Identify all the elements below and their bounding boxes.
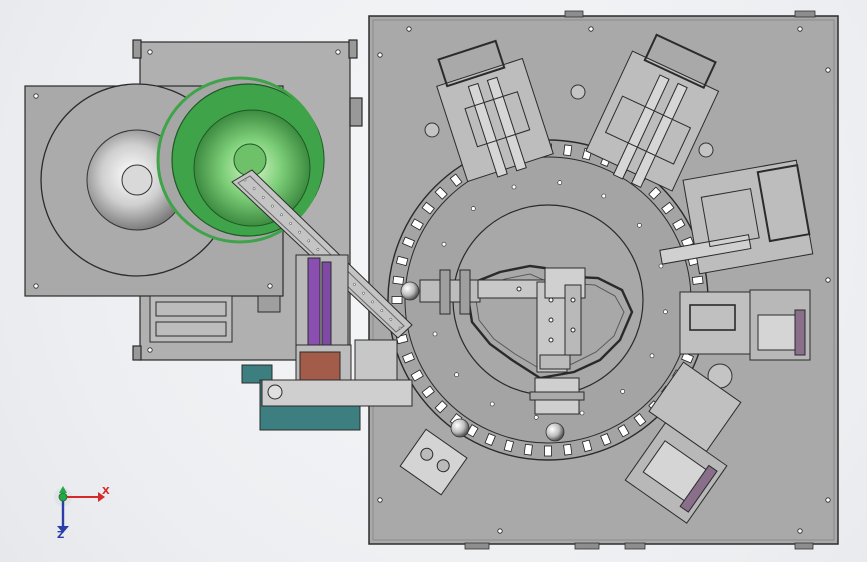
mount-hole bbox=[454, 372, 459, 378]
mount-hole bbox=[432, 331, 438, 337]
mount-hole bbox=[649, 353, 655, 359]
axis-triad bbox=[54, 486, 105, 533]
mount-hole bbox=[637, 223, 642, 228]
mount-hole bbox=[579, 410, 585, 416]
index-slot bbox=[523, 443, 533, 456]
track-rivet bbox=[380, 309, 384, 312]
track-rivet bbox=[280, 213, 283, 217]
mount-hole bbox=[663, 309, 668, 315]
track-rivet bbox=[353, 283, 356, 286]
track-rivet bbox=[316, 248, 320, 251]
mount-hole bbox=[441, 241, 447, 247]
mount-hole bbox=[601, 193, 607, 199]
track-rivet bbox=[289, 222, 292, 225]
index-slot bbox=[544, 445, 552, 457]
mount-hole bbox=[533, 415, 539, 420]
track-rivet bbox=[261, 196, 265, 199]
track-rivet bbox=[243, 178, 247, 182]
index-slot bbox=[691, 275, 704, 285]
track-rivet bbox=[252, 187, 256, 191]
track-rivet bbox=[271, 204, 274, 208]
x-axis-arrow bbox=[98, 492, 105, 502]
y-axis-dot bbox=[58, 492, 68, 502]
mount-hole bbox=[620, 389, 626, 394]
mount-hole bbox=[658, 263, 664, 269]
track-rivet bbox=[389, 317, 393, 321]
mount-hole bbox=[489, 401, 495, 407]
index-slot bbox=[391, 296, 403, 304]
station-right-lower bbox=[679, 289, 811, 361]
index-slot bbox=[563, 144, 573, 157]
mount-hole bbox=[470, 206, 476, 211]
cad-viewport[interactable]: X Z bbox=[0, 0, 867, 562]
assembly-drawing[interactable] bbox=[0, 0, 867, 562]
index-slot bbox=[563, 443, 573, 456]
track-rivet bbox=[362, 291, 365, 295]
mount-hole bbox=[511, 184, 517, 190]
index-slot bbox=[392, 275, 405, 285]
z-axis-arrow bbox=[57, 526, 69, 533]
track-rivet bbox=[398, 326, 402, 330]
track-rivet bbox=[298, 230, 302, 234]
track-rivet bbox=[307, 239, 311, 243]
mount-hole bbox=[557, 180, 563, 185]
track-rivet bbox=[371, 300, 374, 304]
